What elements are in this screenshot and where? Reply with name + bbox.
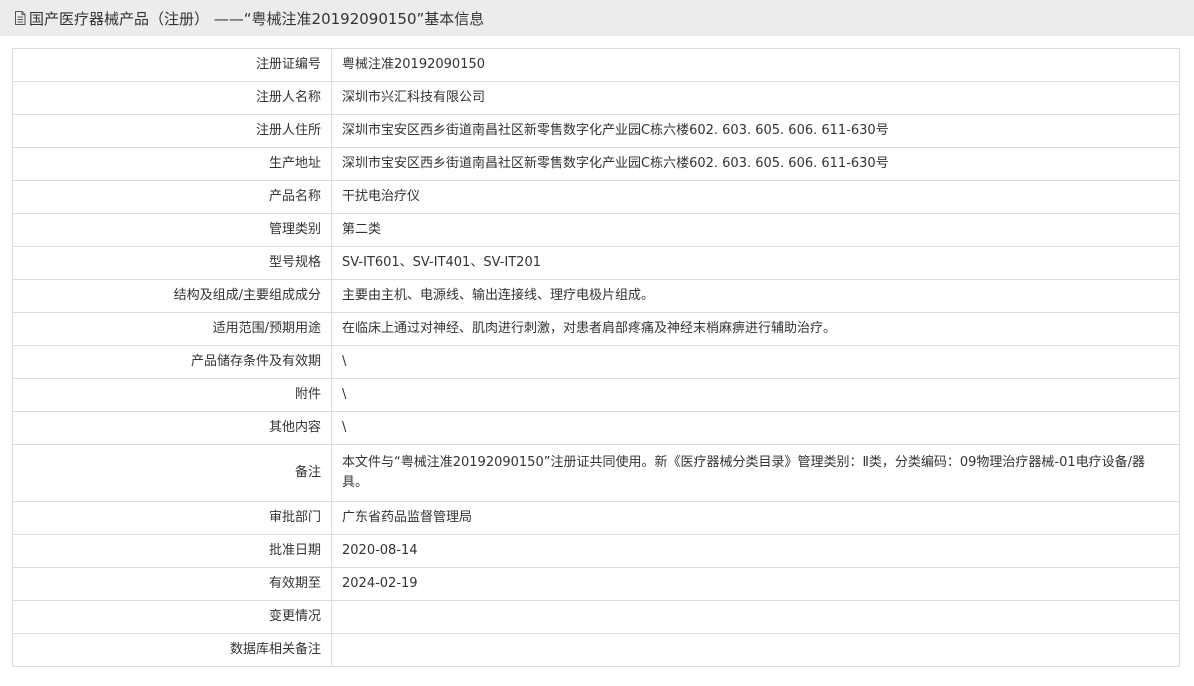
table-row: 产品储存条件及有效期 \ (12, 345, 1180, 379)
row-label: 审批部门 (12, 501, 332, 535)
table-row: 其他内容 \ (12, 411, 1180, 445)
registration-info-table: 注册证编号 粤械注准20192090150 注册人名称 深圳市兴汇科技有限公司 … (12, 48, 1180, 667)
row-value (331, 633, 1180, 667)
row-label: 附件 (12, 378, 332, 412)
row-value: 主要由主机、电源线、输出连接线、理疗电极片组成。 (331, 279, 1180, 313)
row-label: 变更情况 (12, 600, 332, 634)
row-value: 在临床上通过对神经、肌肉进行刺激，对患者肩部疼痛及神经末梢麻痹进行辅助治疗。 (331, 312, 1180, 346)
table-row: 型号规格 SV-IT601、SV-IT401、SV-IT201 (12, 246, 1180, 280)
row-value: 广东省药品监督管理局 (331, 501, 1180, 535)
row-value: \ (331, 378, 1180, 412)
row-value: 深圳市兴汇科技有限公司 (331, 81, 1180, 115)
row-value: 深圳市宝安区西乡街道南昌社区新零售数字化产业园C栋六楼602. 603. 605… (331, 114, 1180, 148)
page-title-bar: 国产医疗器械产品（注册） ——“粤械注准20192090150”基本信息 (0, 0, 1194, 36)
table-row: 管理类别 第二类 (12, 213, 1180, 247)
page-title: 国产医疗器械产品（注册） ——“粤械注准20192090150”基本信息 (29, 9, 485, 28)
table-row: 注册证编号 粤械注准20192090150 (12, 48, 1180, 82)
row-value: 深圳市宝安区西乡街道南昌社区新零售数字化产业园C栋六楼602. 603. 605… (331, 147, 1180, 181)
row-value: \ (331, 345, 1180, 379)
row-label: 有效期至 (12, 567, 332, 601)
row-label: 注册证编号 (12, 48, 332, 82)
row-value (331, 600, 1180, 634)
row-label: 产品名称 (12, 180, 332, 214)
table-row: 生产地址 深圳市宝安区西乡街道南昌社区新零售数字化产业园C栋六楼602. 603… (12, 147, 1180, 181)
row-label: 适用范围/预期用途 (12, 312, 332, 346)
table-row: 产品名称 干扰电治疗仪 (12, 180, 1180, 214)
row-label: 结构及组成/主要组成成分 (12, 279, 332, 313)
row-value: 2020-08-14 (331, 534, 1180, 568)
row-label: 管理类别 (12, 213, 332, 247)
table-row: 适用范围/预期用途 在临床上通过对神经、肌肉进行刺激，对患者肩部疼痛及神经末梢麻… (12, 312, 1180, 346)
row-label: 批准日期 (12, 534, 332, 568)
row-label: 生产地址 (12, 147, 332, 181)
row-label: 数据库相关备注 (12, 633, 332, 667)
row-label: 备注 (12, 444, 332, 502)
table-row: 审批部门 广东省药品监督管理局 (12, 501, 1180, 535)
table-row: 注册人住所 深圳市宝安区西乡街道南昌社区新零售数字化产业园C栋六楼602. 60… (12, 114, 1180, 148)
row-label: 产品储存条件及有效期 (12, 345, 332, 379)
row-label: 其他内容 (12, 411, 332, 445)
row-label: 型号规格 (12, 246, 332, 280)
table-row: 附件 \ (12, 378, 1180, 412)
row-value: 本文件与“粤械注准20192090150”注册证共同使用。新《医疗器械分类目录》… (331, 444, 1180, 502)
table-row: 变更情况 (12, 600, 1180, 634)
row-value: 粤械注准20192090150 (331, 48, 1180, 82)
document-icon (14, 11, 26, 25)
row-value: 2024-02-19 (331, 567, 1180, 601)
row-value: \ (331, 411, 1180, 445)
row-value: 第二类 (331, 213, 1180, 247)
row-label: 注册人名称 (12, 81, 332, 115)
row-value: SV-IT601、SV-IT401、SV-IT201 (331, 246, 1180, 280)
table-row: 有效期至 2024-02-19 (12, 567, 1180, 601)
table-row: 注册人名称 深圳市兴汇科技有限公司 (12, 81, 1180, 115)
table-row: 数据库相关备注 (12, 633, 1180, 667)
table-row: 批准日期 2020-08-14 (12, 534, 1180, 568)
row-value: 干扰电治疗仪 (331, 180, 1180, 214)
table-row: 结构及组成/主要组成成分 主要由主机、电源线、输出连接线、理疗电极片组成。 (12, 279, 1180, 313)
table-row: 备注 本文件与“粤械注准20192090150”注册证共同使用。新《医疗器械分类… (12, 444, 1180, 502)
row-label: 注册人住所 (12, 114, 332, 148)
